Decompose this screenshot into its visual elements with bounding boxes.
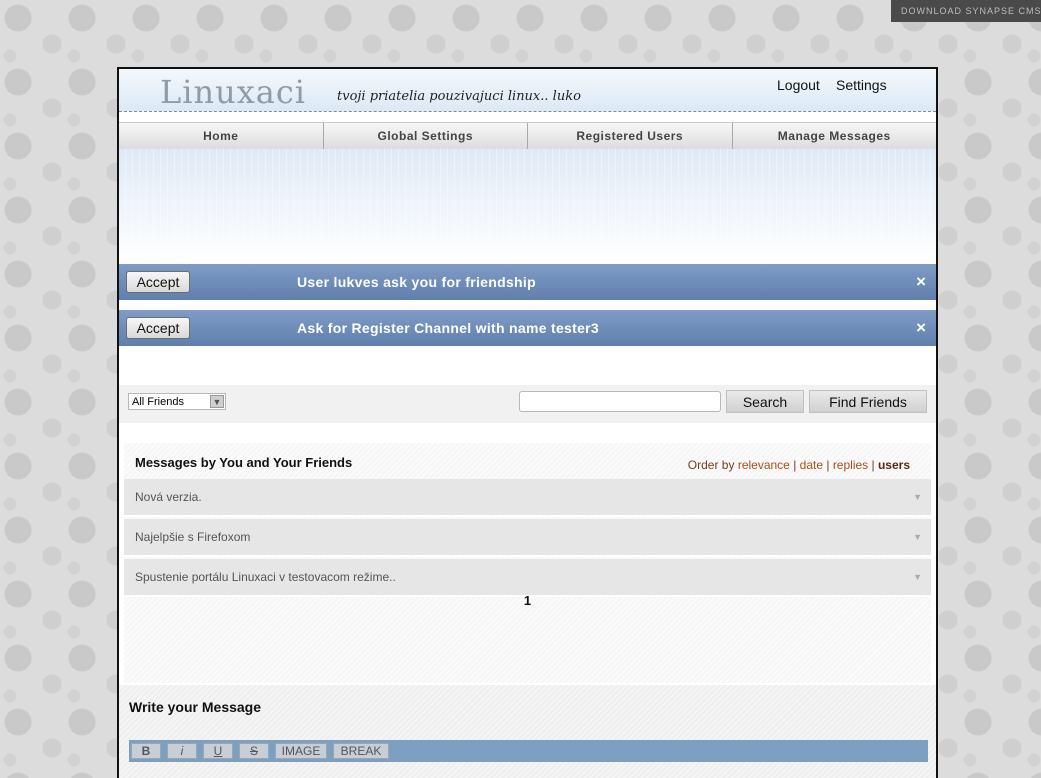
order-users-link[interactable]: users xyxy=(878,458,910,472)
list-item[interactable]: Spustenie portálu Linuxaci v testovacom … xyxy=(124,559,931,597)
page-frame: Linuxaci tvoji priatelia pouzivajuci lin… xyxy=(117,67,938,778)
pagination-page[interactable]: 1 xyxy=(124,593,931,608)
order-date-link[interactable]: date xyxy=(800,458,823,472)
order-by: Order by relevance | date | replies | us… xyxy=(687,458,910,472)
close-icon[interactable]: × xyxy=(916,310,926,346)
messages-title: Messages by You and Your Friends xyxy=(135,455,353,470)
image-button[interactable]: IMAGE xyxy=(275,743,327,759)
chevron-down-icon[interactable]: ▼ xyxy=(210,395,224,408)
chevron-down-icon[interactable]: ▼ xyxy=(913,559,922,595)
message-title: Spustenie portálu Linuxaci v testovacom … xyxy=(135,570,396,584)
friends-filter-select[interactable]: All Friends ▼ xyxy=(128,393,226,410)
nav-home[interactable]: Home xyxy=(119,123,324,149)
search-button[interactable]: Search xyxy=(726,390,804,413)
settings-link[interactable]: Settings xyxy=(836,77,887,93)
site-header: Linuxaci tvoji priatelia pouzivajuci lin… xyxy=(119,69,936,112)
order-relevance-link[interactable]: relevance xyxy=(738,458,790,472)
close-icon[interactable]: × xyxy=(916,264,926,300)
editor-toolbar: B i U S IMAGE BREAK xyxy=(129,740,928,762)
notice-text: Ask for Register Channel with name teste… xyxy=(297,320,600,336)
accept-channel-button[interactable]: Accept xyxy=(126,317,190,339)
logout-link[interactable]: Logout xyxy=(777,77,820,93)
messages-panel: Messages by You and Your Friends Order b… xyxy=(124,443,931,683)
underline-button[interactable]: U xyxy=(203,743,233,759)
accept-friendship-button[interactable]: Accept xyxy=(126,271,190,293)
search-input[interactable] xyxy=(519,391,721,412)
header-banner xyxy=(119,149,936,264)
list-item[interactable]: Najelpšie s Firefoxom ▼ xyxy=(124,519,931,557)
chevron-down-icon[interactable]: ▼ xyxy=(913,519,922,555)
filter-bar: All Friends ▼ Search Find Friends xyxy=(119,385,936,423)
order-by-label: Order by xyxy=(687,458,735,472)
italic-button[interactable]: i xyxy=(167,743,197,759)
message-title: Nová verzia. xyxy=(135,490,202,504)
order-replies-link[interactable]: replies xyxy=(833,458,868,472)
nav-manage-messages[interactable]: Manage Messages xyxy=(733,123,937,149)
compose-section: Write your Message B i U S IMAGE BREAK xyxy=(119,685,936,778)
nav-global-settings[interactable]: Global Settings xyxy=(324,123,528,149)
download-synapse-link[interactable]: DOWNLOAD SYNAPSE CMS xyxy=(891,0,1041,22)
break-button[interactable]: BREAK xyxy=(333,743,389,759)
main-nav: Home Global Settings Registered Users Ma… xyxy=(119,122,936,150)
bold-button[interactable]: B xyxy=(131,743,161,759)
compose-title: Write your Message xyxy=(129,699,262,715)
friends-filter-value: All Friends xyxy=(132,396,184,408)
nav-registered-users[interactable]: Registered Users xyxy=(528,123,733,149)
chevron-down-icon[interactable]: ▼ xyxy=(913,479,922,515)
message-title: Najelpšie s Firefoxom xyxy=(135,530,251,544)
friend-request-notice: Accept User lukves ask you for friendshi… xyxy=(119,264,936,300)
notice-text: User lukves ask you for friendship xyxy=(297,274,536,290)
list-item[interactable]: Nová verzia. ▼ xyxy=(124,479,931,517)
find-friends-button[interactable]: Find Friends xyxy=(809,390,927,413)
channel-request-notice: Accept Ask for Register Channel with nam… xyxy=(119,310,936,346)
site-tagline: tvoji priatelia pouzivajuci linux.. luko xyxy=(337,89,581,104)
site-logo[interactable]: Linuxaci xyxy=(160,73,306,111)
strikethrough-button[interactable]: S xyxy=(239,743,269,759)
